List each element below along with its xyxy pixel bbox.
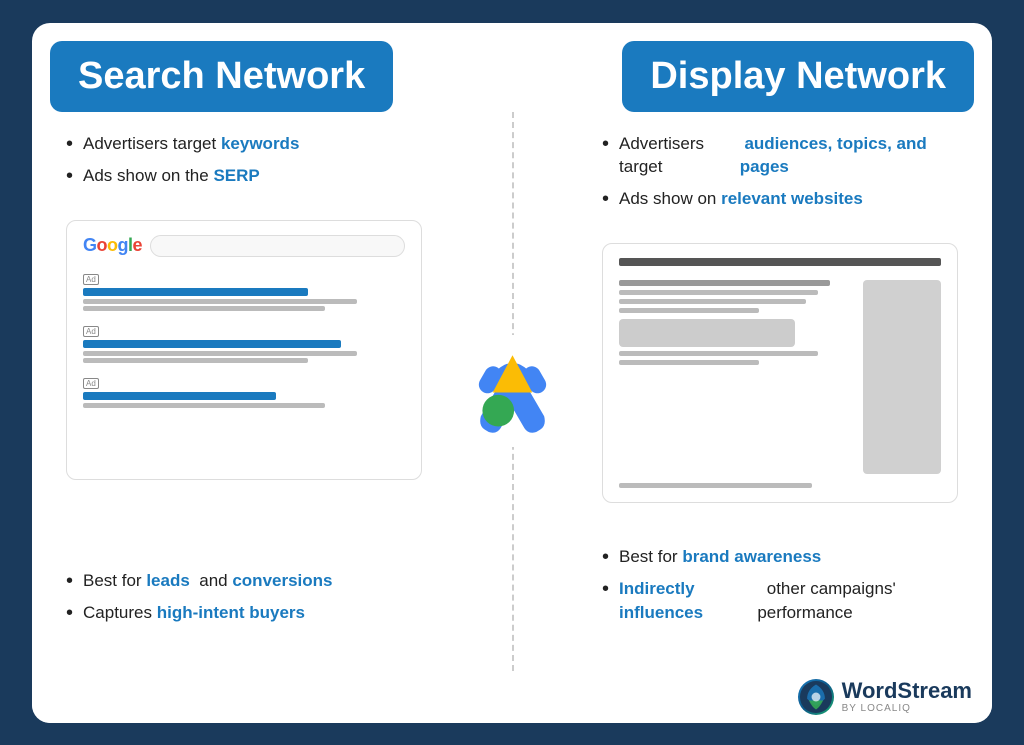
right-bottom-bullet-2: Indirectly influences other campaigns' p… — [602, 577, 958, 625]
wordstream-sub: By LOCALiQ — [842, 703, 972, 714]
right-panel: Advertisers target audiences, topics, an… — [582, 112, 982, 671]
top-section: Search Network Display Network — [32, 23, 992, 112]
audiences-highlight: audiences, topics, and pages — [740, 132, 958, 180]
ad-result-3: Ad — [83, 373, 405, 408]
display-network-header: Display Network — [622, 41, 974, 112]
ad-title-bar-2 — [83, 340, 341, 348]
center-column — [442, 112, 582, 671]
google-logo: Google — [83, 235, 142, 256]
disp-line-5 — [619, 351, 818, 356]
disp-block-1 — [619, 319, 795, 347]
ad-line-3a — [83, 403, 325, 408]
disp-line-3 — [619, 299, 806, 304]
left-bottom-bullet-1: Best for leads and conversions — [66, 569, 422, 593]
display-inner — [619, 280, 941, 474]
display-header-bar — [619, 258, 941, 266]
wordstream-text: WordStream By LOCALiQ — [842, 679, 972, 714]
ad-result-2: Ad — [83, 321, 405, 363]
disp-line-2 — [619, 290, 818, 295]
google-search-mockup: Google Ad Ad — [66, 220, 422, 480]
high-intent-highlight: high-intent buyers — [152, 601, 305, 625]
disp-line-1 — [619, 280, 830, 286]
wordstream-icon — [798, 679, 834, 715]
right-top-bullets: Advertisers target audiences, topics, an… — [602, 132, 958, 220]
right-bottom-bullet-1: Best for brand awareness — [602, 545, 958, 569]
right-bullet-2: Ads show on relevant websites — [602, 187, 958, 211]
google-search-bar — [150, 235, 405, 257]
display-network-title: Display Network — [650, 55, 946, 98]
ad-label-1: Ad — [83, 274, 99, 285]
left-panel: Advertisers target keywords Ads show on … — [42, 112, 442, 671]
disp-line-bottom — [619, 483, 812, 488]
ad-line-2b — [83, 358, 308, 363]
google-logo-row: Google — [83, 235, 405, 257]
right-bullet-1: Advertisers target audiences, topics, an… — [602, 132, 958, 180]
disp-line-4 — [619, 308, 759, 313]
ad-line-2a — [83, 351, 357, 356]
search-network-title: Search Network — [78, 55, 365, 98]
display-text-col — [619, 280, 853, 474]
ad-result-1: Ad — [83, 269, 405, 311]
google-ads-logo-container — [459, 335, 566, 447]
main-content: Advertisers target keywords Ads show on … — [32, 112, 992, 671]
footer-bar: WordStream By LOCALiQ — [32, 671, 992, 723]
left-bullet-2: Ads show on the SERP — [66, 164, 422, 188]
leads-highlight: leads — [142, 569, 190, 593]
ad-label-3: Ad — [83, 378, 99, 389]
left-bottom-bullets: Best for leads and conversions Captures … — [66, 569, 422, 633]
serp-highlight: SERP — [209, 164, 260, 188]
brand-awareness-highlight: brand awareness — [678, 545, 822, 569]
ad-title-bar-1 — [83, 288, 308, 296]
wordstream-svg-icon — [800, 681, 832, 713]
ad-label-2: Ad — [83, 326, 99, 337]
left-bullet-1: Advertisers target keywords — [66, 132, 422, 156]
display-ad-mockup — [602, 243, 958, 503]
display-image-placeholder — [863, 280, 941, 474]
wordstream-logo: WordStream By LOCALiQ — [798, 679, 972, 715]
ad-line-1a — [83, 299, 357, 304]
main-card: Search Network Display Network Advertise… — [32, 23, 992, 723]
disp-line-6 — [619, 360, 759, 365]
left-bottom-bullet-2: Captures high-intent buyers — [66, 601, 422, 625]
keyword-highlight: keywords — [216, 132, 299, 156]
conversions-highlight: conversions — [228, 569, 333, 593]
wordstream-brand: WordStream — [842, 679, 972, 703]
right-bottom-bullets: Best for brand awareness Indirectly infl… — [602, 545, 958, 633]
left-top-bullets: Advertisers target keywords Ads show on … — [66, 132, 422, 196]
ad-title-bar-3 — [83, 392, 276, 400]
indirectly-influences-highlight: Indirectly influences — [619, 577, 757, 625]
relevant-websites-highlight: relevant websites — [716, 187, 862, 211]
google-ads-logo — [465, 341, 560, 436]
ad-line-1b — [83, 306, 325, 311]
search-network-header: Search Network — [50, 41, 393, 112]
